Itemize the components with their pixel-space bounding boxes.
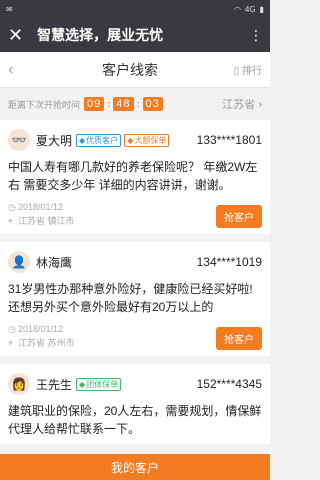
province-selector[interactable]: 江苏省 › xyxy=(222,96,262,112)
countdown-row: 距离下次开抢时间 09 : 48 : 03 江苏省 › xyxy=(0,88,270,120)
lead-date: 2018/01/12 xyxy=(18,202,64,212)
lead-card: 👩 王先生 ◆ 团体保单 152****4345 建筑职业的保险，20人左右，需要… xyxy=(0,364,270,444)
status-badge: ◆ 大额保单 xyxy=(124,133,170,147)
app-header: ✕ 智慧选择，展业无忧 ⋮ xyxy=(0,18,270,52)
countdown-hours: 09 xyxy=(84,97,105,111)
my-customers-button[interactable]: 我的客户 xyxy=(0,454,270,480)
avatar: 👩 xyxy=(8,373,30,395)
countdown-separator: : xyxy=(107,99,111,109)
more-icon[interactable]: ⋮ xyxy=(249,27,263,44)
location-icon: ⌖ xyxy=(8,216,14,226)
lead-date: 2018/01/12 xyxy=(18,324,64,334)
lead-location: 江苏省 镇江市 xyxy=(18,216,75,226)
grab-customer-button[interactable]: 抢客户 xyxy=(216,327,262,350)
avatar: 👤 xyxy=(8,251,30,273)
lead-content: 建筑职业的保险，20人左右，需要规划，情保鲜代理人给帮忙联系一下。 xyxy=(8,404,262,436)
badge-icon: ◆ xyxy=(79,379,86,389)
lead-name: 林海鹰 xyxy=(36,255,73,270)
back-icon[interactable]: ‹ xyxy=(8,61,38,79)
close-icon[interactable]: ✕ xyxy=(8,25,23,46)
app-title: 智慧选择，展业无忧 xyxy=(37,27,164,43)
badge-icon: ◆ xyxy=(127,135,134,145)
page-title: 客户线索 xyxy=(102,61,158,78)
wifi-icon: ◠ xyxy=(233,4,241,14)
avatar: 👓 xyxy=(8,129,30,151)
badge-label: 优质客户 xyxy=(86,135,119,145)
badge-label: 团体保单 xyxy=(86,379,119,389)
battery-icon: ▮ xyxy=(259,4,264,14)
lead-content: 31岁男性办那种意外险好，健康险已经买好啦!还想另外买个意外险最好有20万以上的 xyxy=(8,282,253,314)
rank-label: 排行 xyxy=(242,66,262,77)
nav-bar: ‹ 客户线索 ▯ 排行 xyxy=(0,52,270,88)
badge-label: 大额保单 xyxy=(134,135,167,145)
location-icon: ⌖ xyxy=(8,338,14,348)
province-label: 江苏省 xyxy=(222,99,256,111)
lead-phone: 134****1019 xyxy=(196,255,262,269)
lead-card: 👓 夏大明 ◆ 优质客户 ◆ 大额保单 133****1801 中国人寿有哪几款好的… xyxy=(0,120,270,234)
clock-icon: ◷ xyxy=(8,324,16,334)
rank-icon: ▯ xyxy=(233,66,240,77)
lead-phone: 152****4345 xyxy=(196,377,262,391)
notification-icon: ✉ xyxy=(6,4,13,14)
grab-customer-button[interactable]: 抢客户 xyxy=(216,205,262,228)
countdown-label: 距离下次开抢时间 xyxy=(8,99,81,110)
status-badge: ◆ 团体保单 xyxy=(76,377,122,391)
lead-name: 王先生 xyxy=(36,377,73,392)
lead-name: 夏大明 xyxy=(36,133,73,148)
countdown-separator: : xyxy=(136,99,140,109)
clock-icon: ◷ xyxy=(8,202,16,212)
lead-content: 中国人寿有哪几款好的养老保险呢？ 年缴2W左右 需要交多少年 详细的内容讲讲，谢… xyxy=(8,160,258,192)
countdown-seconds: 03 xyxy=(142,97,163,111)
countdown-minutes: 48 xyxy=(113,97,134,111)
status-badge: ◆ 优质客户 xyxy=(76,133,122,147)
lead-phone: 133****1801 xyxy=(196,133,262,147)
rank-button[interactable]: ▯ 排行 xyxy=(222,62,262,77)
status-bar: ✉ ◠ 4G ▮ xyxy=(0,0,270,18)
chevron-right-icon: › xyxy=(258,99,262,111)
network-label: 4G xyxy=(244,4,256,14)
lead-card: 👤 林海鹰 134****1019 31岁男性办那种意外险好，健康险已经买好啦!… xyxy=(0,242,270,356)
lead-location: 江苏省 苏州市 xyxy=(18,338,75,348)
badge-icon: ◆ xyxy=(79,135,86,145)
